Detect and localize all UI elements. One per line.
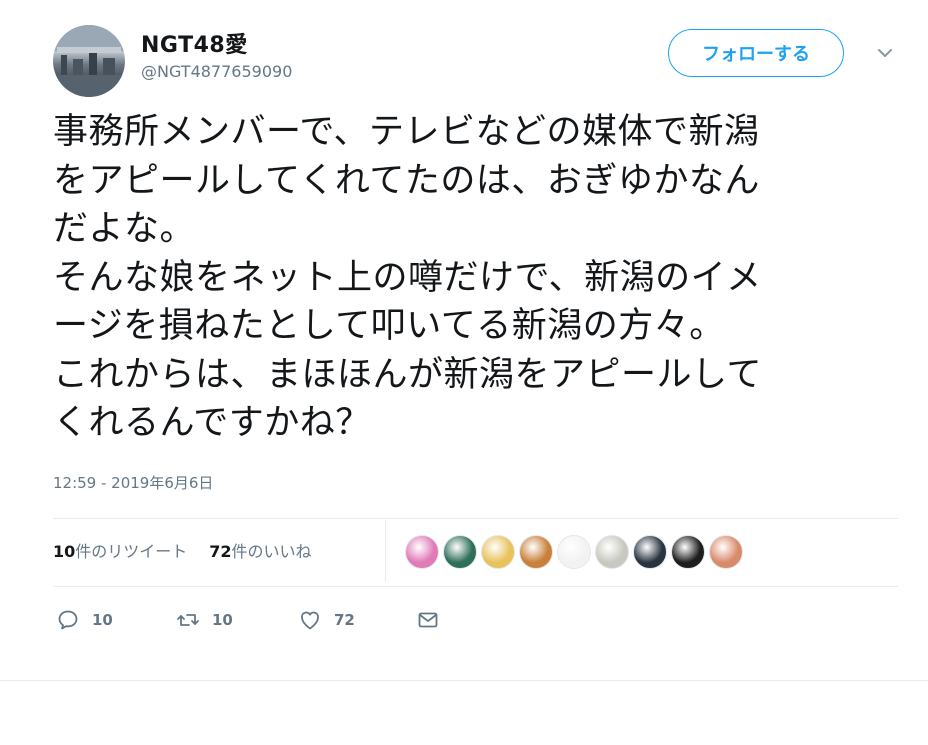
retweets-stat[interactable]: 10件のリツイート xyxy=(53,538,187,562)
liker-avatar[interactable] xyxy=(519,535,553,569)
like-count: 72 xyxy=(334,611,355,629)
retweet-count: 10 xyxy=(212,611,233,629)
stats-separator xyxy=(385,520,386,582)
display-name[interactable]: NGT48愛 xyxy=(141,27,248,59)
liker-avatar[interactable] xyxy=(633,535,667,569)
retweets-label: 件のリツイート xyxy=(75,542,188,561)
liker-avatar[interactable] xyxy=(443,535,477,569)
envelope-icon xyxy=(418,612,438,628)
divider-footer xyxy=(0,680,928,681)
avatar-photo xyxy=(53,25,125,97)
reply-icon xyxy=(58,610,78,630)
retweets-count: 10 xyxy=(53,542,76,561)
tweet-text: 事務所メンバーで、テレビなどの媒体で新潟 をアピールしてくれてたのは、おぎゆかな… xyxy=(53,112,762,443)
retweet-icon xyxy=(177,614,199,626)
screen-name[interactable]: @NGT4877659090 xyxy=(141,62,292,81)
likes-label: 件のいいね xyxy=(231,542,312,561)
liker-avatar[interactable] xyxy=(671,535,705,569)
user-avatar[interactable] xyxy=(53,25,125,97)
liker-avatar[interactable] xyxy=(405,535,439,569)
reply-action[interactable]: 10 xyxy=(56,608,176,632)
direct-message-action[interactable] xyxy=(416,608,440,632)
follow-button[interactable]: フォローする xyxy=(668,29,844,77)
divider-bottom xyxy=(53,586,898,587)
divider-top xyxy=(53,518,898,519)
liker-avatars xyxy=(405,535,743,569)
liker-avatar[interactable] xyxy=(557,535,591,569)
chevron-down-icon[interactable] xyxy=(872,40,898,66)
liker-avatar[interactable] xyxy=(709,535,743,569)
engagement-stats: 10件のリツイート 72件のいいね xyxy=(53,538,312,562)
tweet-timestamp[interactable]: 12:59 - 2019年6月6日 xyxy=(53,472,213,493)
heart-icon xyxy=(301,611,319,630)
reply-count: 10 xyxy=(92,611,113,629)
likes-stat[interactable]: 72件のいいね xyxy=(209,538,311,562)
liker-avatar[interactable] xyxy=(595,535,629,569)
likes-count: 72 xyxy=(209,542,232,561)
liker-avatar[interactable] xyxy=(481,535,515,569)
tweet-actions: 10 10 72 xyxy=(56,608,440,632)
like-action[interactable]: 72 xyxy=(298,608,416,632)
retweet-action[interactable]: 10 xyxy=(176,608,298,632)
